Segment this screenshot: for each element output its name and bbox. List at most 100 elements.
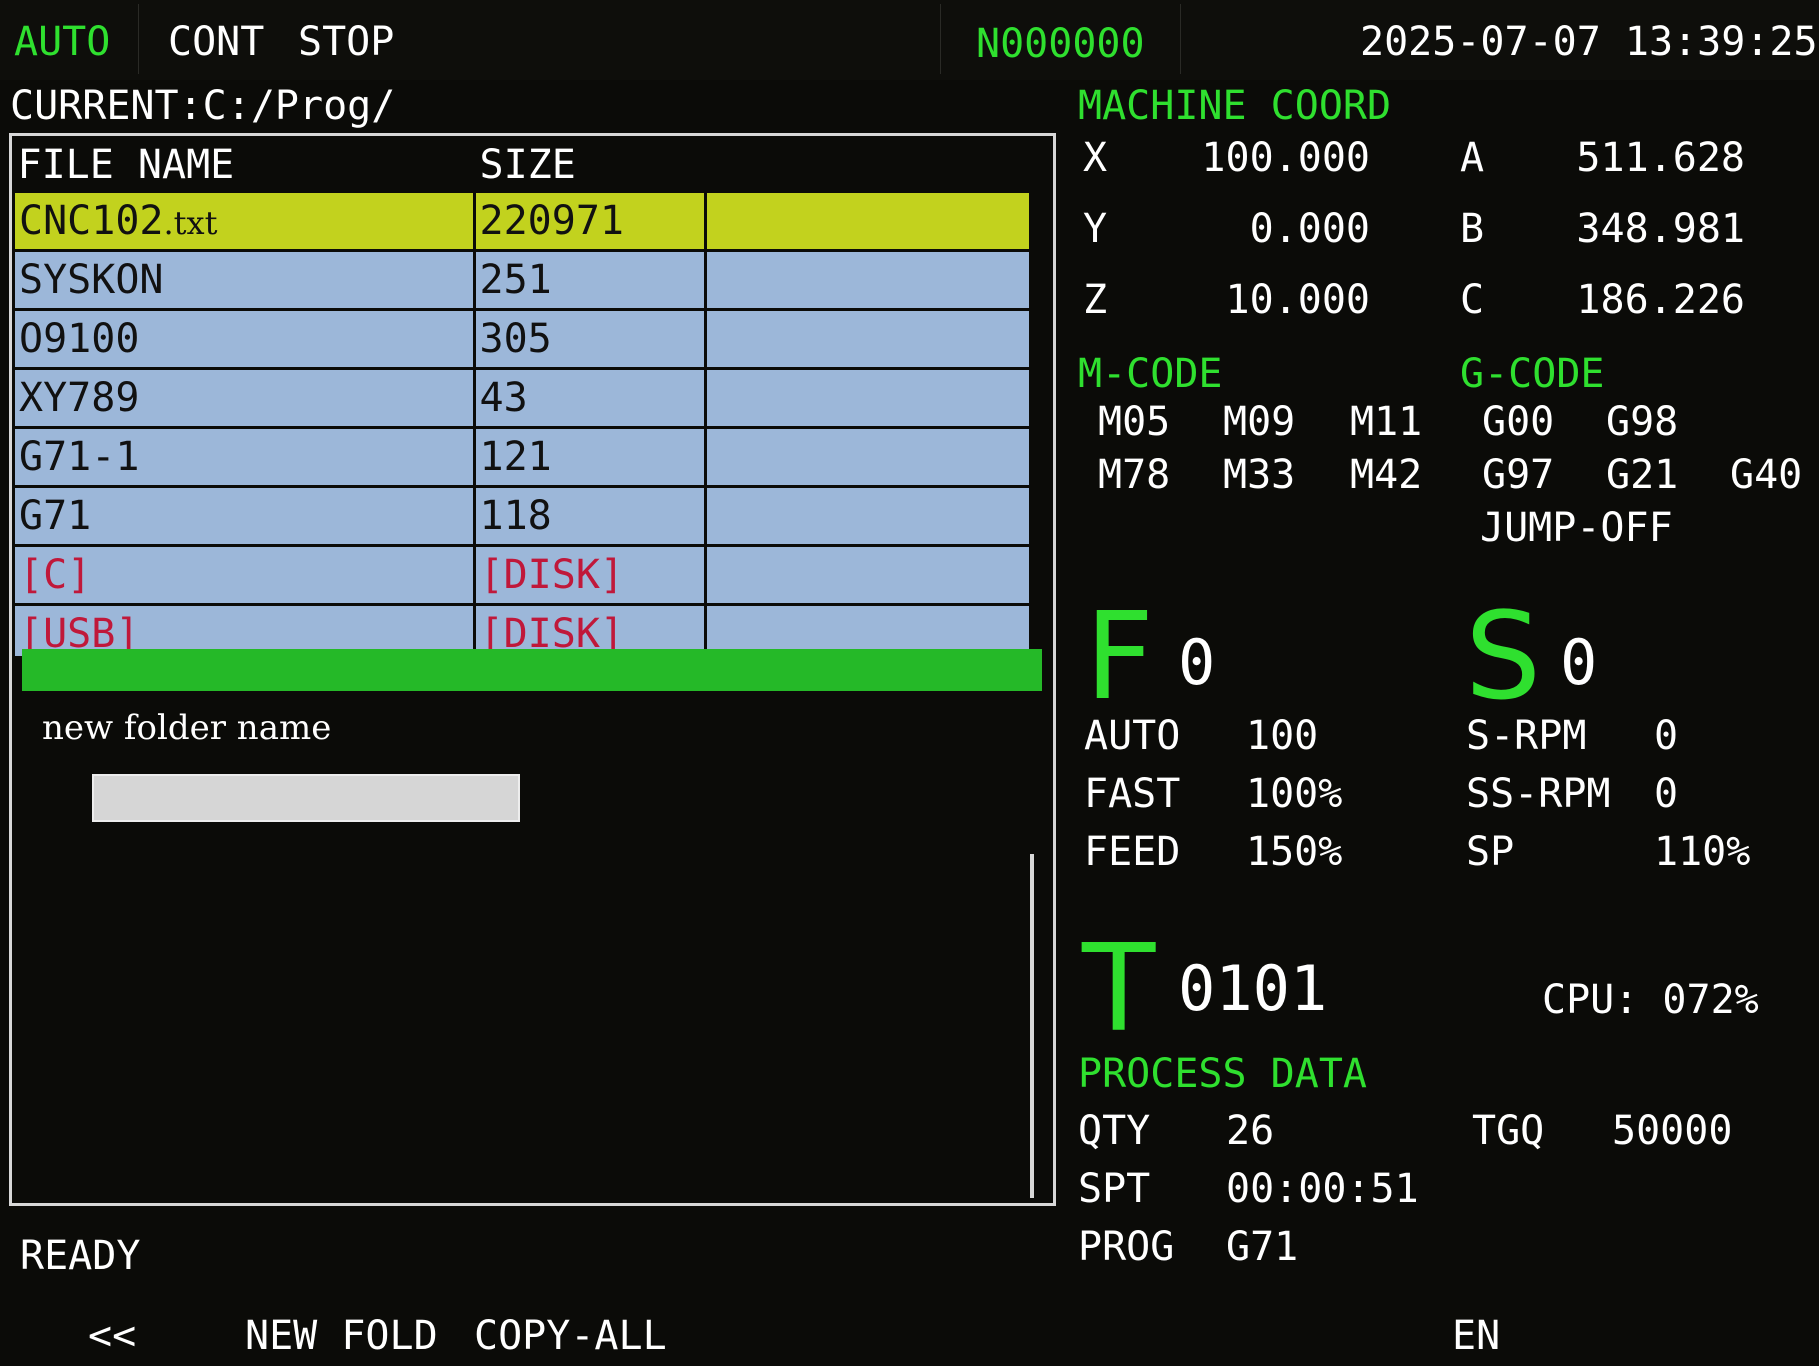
file-size-cell: 121 [472, 427, 707, 488]
file-extra-cell [703, 486, 1032, 547]
spindle-value-cell: 110% [1654, 829, 1751, 875]
process-data-title: PROCESS DATA [1078, 1051, 1367, 1097]
g-code: G98 [1606, 399, 1679, 445]
cont-indicator: CONT [168, 19, 265, 65]
column-header-name: FILE NAME [13, 136, 476, 193]
feed-value: 0 [1178, 626, 1216, 699]
m-code: M78 [1098, 452, 1171, 498]
file-extra-cell [703, 545, 1032, 606]
spindle-label: S-RPM [1466, 713, 1587, 759]
dialog-title-bar [22, 649, 1042, 691]
m-code: M11 [1350, 399, 1423, 445]
qty-label: QTY [1078, 1108, 1151, 1154]
tool-letter: T [1082, 920, 1156, 1059]
axis-value: 186.226 [1576, 277, 1745, 323]
file-ext: .txt [163, 204, 218, 242]
file-row-selected[interactable]: CNC102.txt 220971 [12, 193, 1032, 252]
g-code-title: G-CODE [1460, 351, 1605, 397]
copy-all-softkey[interactable]: COPY-ALL [474, 1312, 667, 1360]
m-code-title: M-CODE [1078, 351, 1223, 397]
spindle-label: SS-RPM [1466, 771, 1611, 817]
override-value: 100 [1246, 713, 1319, 759]
override-value: 100% [1246, 771, 1343, 817]
mode-indicator: AUTO [14, 19, 111, 65]
spindle-value-cell: 0 [1654, 713, 1679, 759]
spindle-letter: S [1465, 588, 1542, 727]
m-code: M09 [1223, 399, 1296, 445]
status-separator [1180, 4, 1181, 74]
column-header-empty [705, 136, 1032, 193]
file-extra-cell [703, 368, 1032, 429]
spindle-label: SP [1466, 829, 1515, 875]
file-size-cell: 43 [472, 368, 707, 429]
file-name-cell: SYSKON [12, 250, 476, 311]
new-folder-softkey[interactable]: NEW FOLD [245, 1312, 438, 1360]
g-code: G00 [1482, 399, 1555, 445]
file-name-cell: G71 [12, 486, 476, 547]
axis-value: 10.000 [1225, 277, 1371, 323]
cpu-usage: CPU: 072% [1542, 977, 1759, 1023]
axis-value: 0.000 [1249, 206, 1370, 252]
feed-letter: F [1085, 588, 1155, 727]
file-table: FILE NAME SIZE CNC102.txt 220971 SYSKON … [12, 136, 1032, 656]
axis-value: 348.981 [1576, 206, 1745, 252]
tgq-value: 50000 [1612, 1108, 1733, 1154]
axis-value: 511.628 [1576, 135, 1745, 181]
override-value: 150% [1246, 829, 1343, 875]
status-separator [940, 4, 941, 74]
file-extra-cell [703, 427, 1032, 488]
file-row[interactable]: O9100 305 [12, 309, 1032, 370]
back-softkey[interactable]: << [88, 1312, 136, 1360]
file-name-cell: O9100 [12, 309, 476, 370]
m-code: M05 [1098, 399, 1171, 445]
file-extra-cell [703, 309, 1032, 370]
language-indicator[interactable]: EN [1452, 1312, 1500, 1360]
file-extra-cell [703, 250, 1032, 311]
g-code: G97 [1482, 452, 1555, 498]
file-row[interactable]: G71 118 [12, 486, 1032, 547]
qty-value: 26 [1226, 1108, 1275, 1154]
axis-value: 100.000 [1201, 135, 1370, 181]
datetime: 2025-07-07 13:39:25 [1360, 19, 1818, 65]
file-name: CNC102 [19, 198, 164, 244]
file-row[interactable]: XY789 43 [12, 368, 1032, 429]
file-row[interactable]: SYSKON 251 [12, 250, 1032, 311]
g-code: G40 [1730, 452, 1803, 498]
spt-label: SPT [1078, 1166, 1151, 1212]
file-size-cell: 118 [472, 486, 707, 547]
spindle-value: 0 [1560, 626, 1598, 699]
drive-name-cell: [C] [12, 545, 476, 606]
file-name-cell: XY789 [12, 368, 476, 429]
table-header-row: FILE NAME SIZE [13, 136, 1032, 193]
file-list: FILE NAME SIZE CNC102.txt 220971 SYSKON … [12, 136, 1032, 656]
file-extra-cell [703, 193, 1032, 252]
override-label: FEED [1084, 829, 1181, 875]
prog-value: G71 [1226, 1224, 1299, 1270]
ready-status: READY [20, 1233, 141, 1279]
drive-type-cell: [DISK] [472, 545, 707, 606]
current-path: CURRENT:C:/Prog/ [10, 83, 396, 129]
jump-status: JUMP-OFF [1480, 505, 1673, 551]
status-separator [138, 4, 139, 74]
tool-number: 0101 [1178, 952, 1328, 1025]
drive-row[interactable]: [C] [DISK] [12, 545, 1032, 606]
new-folder-label: new folder name [42, 708, 332, 748]
tgq-label: TGQ [1472, 1108, 1545, 1154]
override-label: FAST [1084, 771, 1181, 817]
file-size-cell: 305 [472, 309, 707, 370]
g-code: G21 [1606, 452, 1679, 498]
override-label: AUTO [1084, 713, 1181, 759]
file-size-cell: 220971 [472, 193, 707, 252]
stop-indicator: STOP [298, 19, 395, 65]
machine-coord-title: MACHINE COORD [1078, 83, 1392, 129]
m-code: M42 [1350, 452, 1423, 498]
m-code: M33 [1223, 452, 1296, 498]
file-size-cell: 251 [472, 250, 707, 311]
new-folder-name-input[interactable] [92, 774, 520, 822]
spindle-value-cell: 0 [1654, 771, 1679, 817]
file-row[interactable]: G71-1 121 [12, 427, 1032, 488]
prog-label: PROG [1078, 1224, 1175, 1270]
block-number: N000000 [976, 21, 1145, 67]
spt-value: 00:00:51 [1226, 1166, 1419, 1212]
vertical-scrollbar[interactable] [1030, 854, 1034, 1198]
